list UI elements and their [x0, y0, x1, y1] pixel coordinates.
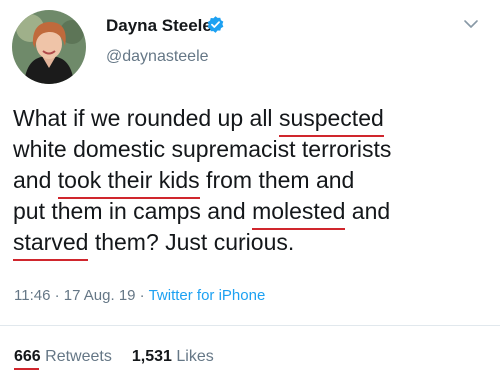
- tweet-stats: 666 Retweets 1,531 Likes: [14, 348, 214, 366]
- tweet-date[interactable]: 17 Aug. 19: [64, 287, 136, 304]
- tweet-text: What if we rounded up all suspected whit…: [13, 103, 495, 261]
- tweet-line: and took their kids from them and: [13, 165, 495, 199]
- divider: [0, 325, 500, 326]
- underlined-phrase: starved: [13, 227, 89, 261]
- tweet-line: white domestic supremacist terrorists: [13, 134, 495, 165]
- retweets-stat[interactable]: 666 Retweets: [14, 348, 112, 365]
- retweets-label: Retweets: [45, 348, 112, 365]
- tweet-text-segment: from them and: [199, 167, 355, 193]
- retweets-underline-mark: [14, 368, 39, 370]
- underlined-phrase: molested: [252, 196, 346, 230]
- tweet-time[interactable]: 11:46: [14, 287, 50, 304]
- likes-stat[interactable]: 1,531 Likes: [132, 348, 214, 365]
- tweet-text-segment: and: [13, 167, 58, 193]
- underlined-phrase: took their kids: [57, 165, 200, 199]
- tweet-source-link[interactable]: Twitter for iPhone: [149, 287, 266, 304]
- likes-count: 1,531: [131, 348, 172, 365]
- meta-separator: ·: [135, 287, 149, 304]
- chevron-down-icon[interactable]: [463, 18, 479, 30]
- author-name[interactable]: Dayna Steele: [106, 16, 212, 36]
- tweet-line: put them in camps and molested and: [13, 196, 495, 230]
- underlined-phrase: suspected: [278, 103, 384, 137]
- tweet-text-segment: them? Just curious.: [88, 229, 295, 255]
- retweets-count: 666: [14, 348, 41, 365]
- avatar[interactable]: [12, 10, 86, 84]
- tweet-text-segment: put them in camps and: [13, 198, 253, 224]
- author-handle[interactable]: @daynasteele: [106, 48, 209, 66]
- meta-separator: ·: [50, 287, 64, 304]
- tweet-line: starved them? Just curious.: [13, 227, 495, 261]
- tweet-meta: 11:46 · 17 Aug. 19 · Twitter for iPhone: [14, 287, 265, 304]
- tweet-line: What if we rounded up all suspected: [13, 103, 495, 137]
- verified-badge-icon: [207, 16, 224, 33]
- tweet-text-segment: white domestic supremacist terrorists: [13, 136, 392, 162]
- tweet-text-segment: What if we rounded up all: [13, 105, 279, 131]
- likes-label: Likes: [176, 348, 214, 365]
- tweet-text-segment: and: [345, 198, 391, 224]
